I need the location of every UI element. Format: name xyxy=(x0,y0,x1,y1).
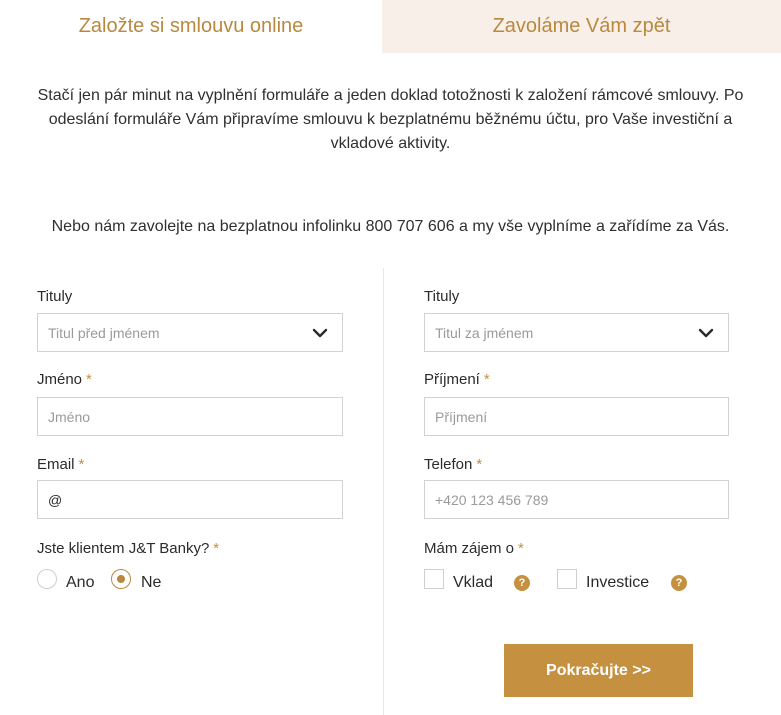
last-name-placeholder: Příjmení xyxy=(435,408,488,425)
help-icon[interactable]: ? xyxy=(514,575,530,591)
title-after-placeholder: Titul za jménem xyxy=(435,324,534,341)
first-name-input[interactable]: Jméno xyxy=(37,397,343,436)
investment-checkbox[interactable] xyxy=(557,569,577,589)
first-name-label: Jméno * xyxy=(37,370,92,390)
hotline-text: Nebo nám zavolejte na bezplatnou infolin… xyxy=(51,218,730,235)
client-no-label[interactable]: Ne xyxy=(141,572,161,594)
tab-callback[interactable]: Zavoláme Vám zpět xyxy=(382,0,781,53)
deposit-label[interactable]: Vklad xyxy=(453,572,493,594)
required-mark: * xyxy=(78,456,85,473)
continue-button[interactable]: Pokračujte >> xyxy=(504,644,693,697)
tab-bar: Založte si smlouvu online Zavoláme Vám z… xyxy=(0,0,781,53)
title-after-label: Tituly xyxy=(424,288,460,305)
required-mark: * xyxy=(213,540,220,557)
email-label-text: Email xyxy=(37,456,75,473)
phone-input[interactable]: +420 123 456 789 xyxy=(424,480,729,519)
required-mark: * xyxy=(518,540,524,557)
is-client-label-text: Jste klientem J&T Banky? xyxy=(37,540,210,557)
column-divider xyxy=(383,268,384,715)
interest-label: Mám zájem o * xyxy=(424,539,524,559)
client-yes-label[interactable]: Ano xyxy=(66,572,94,594)
title-before-label: Tituly xyxy=(37,288,73,305)
title-before-placeholder: Titul před jménem xyxy=(48,324,160,341)
chevron-down-icon xyxy=(312,328,328,338)
investment-label[interactable]: Investice xyxy=(586,572,649,594)
phone-placeholder: +420 123 456 789 xyxy=(435,491,549,508)
title-after-select[interactable]: Titul za jménem xyxy=(424,313,729,352)
last-name-label-text: Příjmení xyxy=(424,371,480,388)
required-mark: * xyxy=(476,456,483,473)
email-value: @ xyxy=(48,491,63,508)
email-label: Email * xyxy=(37,455,84,475)
is-client-label: Jste klientem J&T Banky? * xyxy=(37,539,219,559)
required-mark: * xyxy=(483,371,490,388)
interest-label-text: Mám zájem o xyxy=(424,540,515,557)
required-mark: * xyxy=(86,371,92,388)
help-icon[interactable]: ? xyxy=(671,575,687,591)
phone-label: Telefon * xyxy=(424,455,482,475)
email-input[interactable]: @ xyxy=(37,480,343,519)
tab-online-contract[interactable]: Založte si smlouvu online xyxy=(0,0,382,53)
client-no-radio[interactable] xyxy=(111,569,131,589)
client-yes-radio[interactable] xyxy=(37,569,57,589)
first-name-label-text: Jméno xyxy=(37,371,83,388)
last-name-input[interactable]: Příjmení xyxy=(424,397,729,436)
chevron-down-icon xyxy=(698,328,714,338)
phone-label-text: Telefon xyxy=(424,456,473,473)
first-name-placeholder: Jméno xyxy=(48,408,91,425)
title-before-select[interactable]: Titul před jménem xyxy=(37,313,343,352)
deposit-checkbox[interactable] xyxy=(424,569,444,589)
last-name-label: Příjmení * xyxy=(424,370,490,390)
intro-text: Stačí jen pár minut na vyplnění formulář… xyxy=(37,87,744,152)
